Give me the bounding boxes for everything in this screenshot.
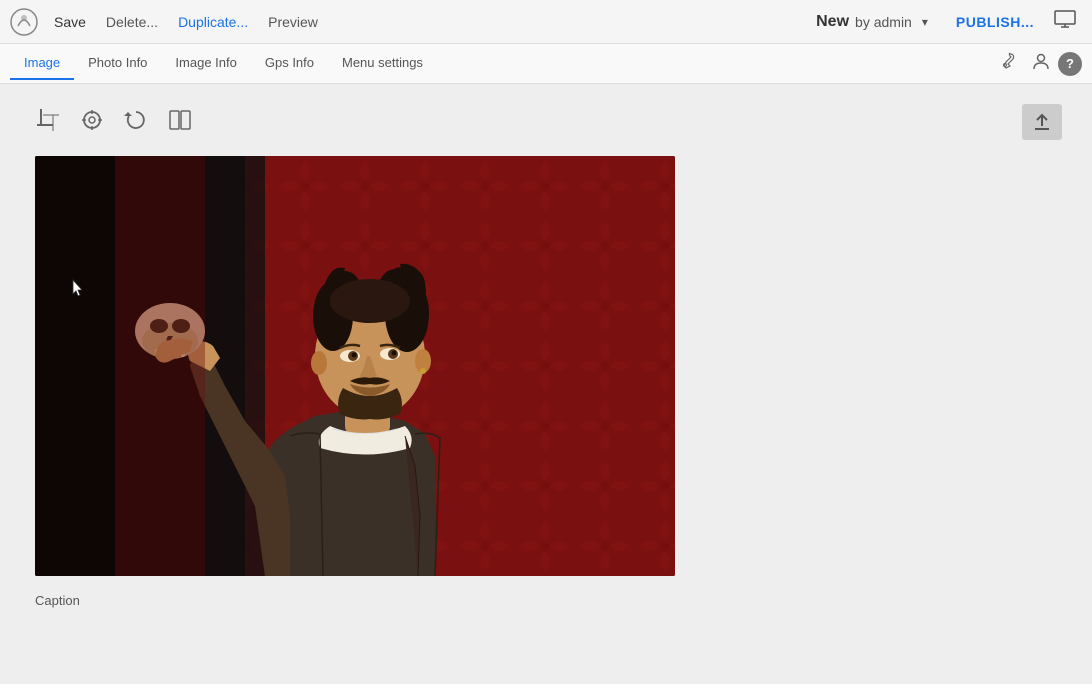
monitor-icon — [1054, 10, 1076, 28]
tab-menu-settings[interactable]: Menu settings — [328, 47, 437, 80]
rotate-icon — [124, 108, 148, 132]
focus-tool-button[interactable] — [74, 104, 110, 140]
status-dropdown-arrow[interactable]: ▾ — [918, 13, 932, 31]
preview-button[interactable]: Preview — [260, 10, 326, 34]
status-new-label: New — [816, 13, 849, 31]
app-logo — [10, 8, 38, 36]
delete-button[interactable]: Delete... — [98, 10, 166, 34]
tab-photo-info[interactable]: Photo Info — [74, 47, 161, 80]
help-button[interactable]: ? — [1058, 52, 1082, 76]
save-button[interactable]: Save — [46, 10, 94, 34]
publish-button[interactable]: PUBLISH... — [946, 10, 1044, 34]
tab-image-info[interactable]: Image Info — [161, 47, 250, 80]
status-area: New by admin ▾ — [816, 13, 932, 31]
settings-icon-button[interactable] — [990, 48, 1024, 79]
duplicate-button[interactable]: Duplicate... — [170, 10, 256, 34]
rotate-tool-button[interactable] — [118, 104, 154, 140]
user-icon — [1032, 52, 1050, 70]
main-content: Caption — [0, 84, 1092, 684]
image-container — [35, 156, 675, 576]
tab-gps-info[interactable]: Gps Info — [251, 47, 328, 80]
wrench-icon — [998, 52, 1016, 70]
crop-tool-button[interactable] — [30, 104, 66, 140]
image-toolbar — [30, 104, 1062, 140]
top-toolbar: Save Delete... Duplicate... Preview New … — [0, 0, 1092, 44]
columns-icon — [168, 108, 192, 132]
painting-image — [35, 156, 675, 576]
focus-icon — [80, 108, 104, 132]
crop-icon — [36, 108, 60, 132]
caption-label: Caption — [35, 593, 80, 608]
monitor-icon-button[interactable] — [1048, 6, 1082, 37]
caption-area: Caption — [30, 592, 1062, 610]
tab-bar: Image Photo Info Image Info Gps Info Men… — [0, 44, 1092, 84]
columns-tool-button[interactable] — [162, 104, 198, 140]
upload-icon — [1032, 112, 1052, 132]
tab-image[interactable]: Image — [10, 47, 74, 80]
user-icon-button[interactable] — [1024, 48, 1058, 79]
status-by-label: by admin — [855, 14, 912, 30]
upload-button[interactable] — [1022, 104, 1062, 140]
